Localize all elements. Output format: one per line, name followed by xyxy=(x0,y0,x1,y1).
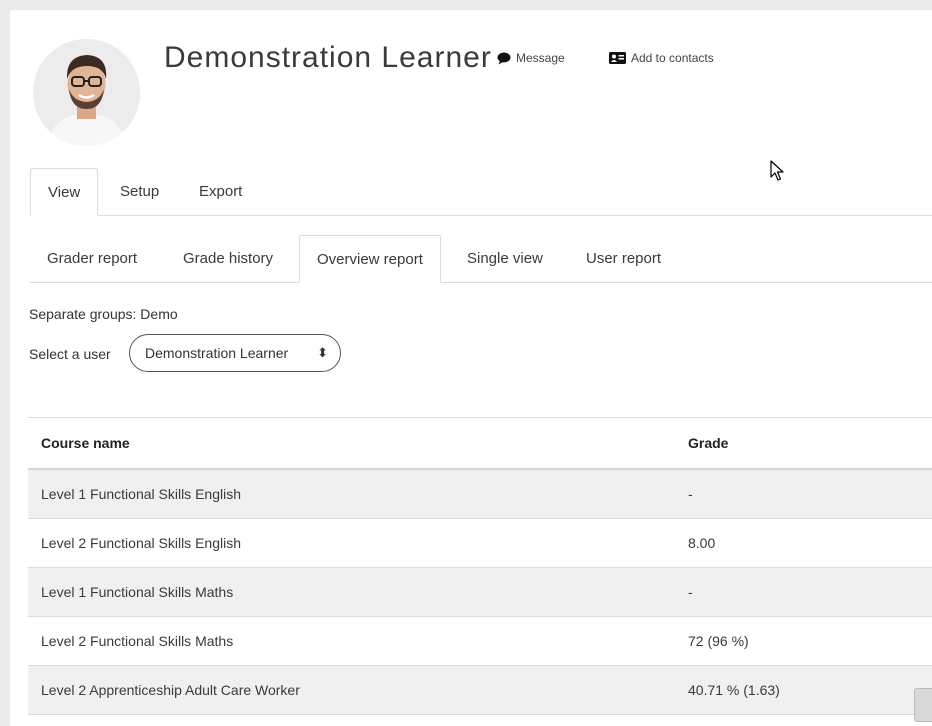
add-to-contacts-button[interactable]: Add to contacts xyxy=(609,51,714,65)
course-name-cell[interactable]: Level 2 Functional Skills English xyxy=(28,518,675,568)
separate-groups: Separate groups: Demo xyxy=(29,306,178,322)
course-name-cell[interactable]: Level 1 Functional Skills Maths xyxy=(28,567,675,617)
course-name-cell[interactable]: Level 2 Functional Skills Maths xyxy=(28,616,675,666)
add-to-contacts-label: Add to contacts xyxy=(631,51,714,65)
table-row: Level 2 Apprenticeship Adult Care Worker… xyxy=(28,665,932,715)
message-button[interactable]: Message xyxy=(497,51,565,65)
user-select-value: Demonstration Learner xyxy=(145,345,289,361)
course-name-cell[interactable]: Level 2 Apprenticeship Adult Care Worker xyxy=(28,665,675,715)
column-header-grade: Grade xyxy=(675,417,932,470)
tab-user-report[interactable]: User report xyxy=(569,235,678,283)
address-card-icon xyxy=(609,52,626,64)
separate-groups-value[interactable]: Demo xyxy=(140,306,177,322)
tab-grader-report[interactable]: Grader report xyxy=(30,235,154,283)
updown-arrow-icon: ⬍ xyxy=(317,345,328,360)
column-header-course-name: Course name xyxy=(28,417,675,470)
grade-cell: 72 (96 %) xyxy=(675,616,932,666)
tab-view-label: View xyxy=(48,184,81,201)
grades-table: Course name Grade Level 1 Functional Ski… xyxy=(28,417,932,715)
grade-cell: 8.00 xyxy=(675,518,932,568)
course-name-cell[interactable]: Level 1 Functional Skills English xyxy=(28,469,675,519)
avatar-image xyxy=(33,39,140,146)
tab-user-report-label: User report xyxy=(586,250,662,267)
tab-overview-report[interactable]: Overview report xyxy=(299,235,441,283)
tab-single-view-label: Single view xyxy=(467,250,543,267)
speech-bubble-icon xyxy=(497,52,511,64)
tab-export[interactable]: Export xyxy=(182,168,259,216)
tab-overview-report-label: Overview report xyxy=(317,251,423,268)
tab-grader-report-label: Grader report xyxy=(47,250,138,267)
tab-view[interactable]: View xyxy=(30,168,99,216)
separate-groups-label: Separate groups: xyxy=(29,306,137,322)
table-row: Level 1 Functional Skills Maths - xyxy=(28,567,932,617)
profile-name: Demonstration Learner xyxy=(164,41,492,74)
table-header-row: Course name Grade xyxy=(28,417,932,470)
tab-export-label: Export xyxy=(199,183,243,200)
tab-grade-history[interactable]: Grade history xyxy=(166,235,290,283)
scroll-to-top-button[interactable] xyxy=(914,688,932,722)
page: Demonstration Learner Message Add to con… xyxy=(10,10,932,726)
message-label: Message xyxy=(516,51,565,65)
report-tabs: Grader report Grade history Overview rep… xyxy=(30,234,932,283)
grade-cell: - xyxy=(675,469,932,519)
table-row: Level 2 Functional Skills Maths 72 (96 %… xyxy=(28,616,932,666)
tab-setup-label: Setup xyxy=(120,183,160,200)
tab-single-view[interactable]: Single view xyxy=(450,235,560,283)
select-user-label: Select a user xyxy=(29,346,111,362)
tab-grade-history-label: Grade history xyxy=(183,250,274,267)
grade-cell: - xyxy=(675,567,932,617)
table-row: Level 1 Functional Skills English - xyxy=(28,469,932,519)
user-select[interactable]: Demonstration Learner ⬍ xyxy=(129,334,341,372)
primary-tabs: View Setup Export xyxy=(30,167,932,216)
table-row: Level 2 Functional Skills English 8.00 xyxy=(28,518,932,568)
avatar[interactable] xyxy=(33,39,140,146)
grade-cell: 40.71 % (1.63) xyxy=(675,665,932,715)
tab-setup[interactable]: Setup xyxy=(103,168,176,216)
